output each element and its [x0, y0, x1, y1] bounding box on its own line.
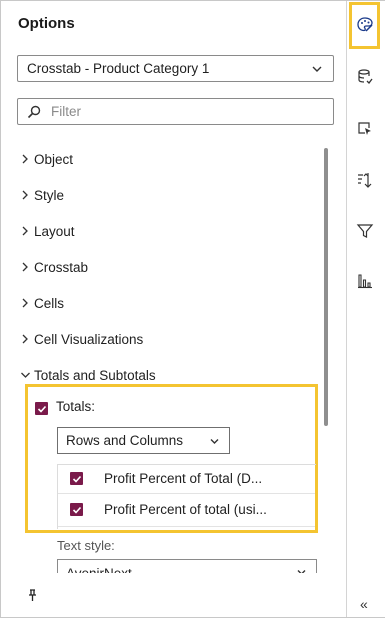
collapse-rail-button[interactable]: «	[360, 596, 368, 612]
section-label: Cell Visualizations	[34, 331, 144, 347]
chevron-right-icon	[22, 298, 28, 308]
total-item-checkbox[interactable]	[70, 472, 83, 485]
total-item-label: Profit Percent of total (usi...	[104, 502, 267, 517]
chevron-right-icon	[22, 262, 28, 272]
section-label: Crosstab	[34, 259, 89, 275]
total-item-label: Profit Percent of Total (D...	[104, 471, 263, 486]
totals-checkbox[interactable]	[35, 402, 48, 415]
palette-icon[interactable]	[356, 16, 374, 34]
section-label: Style	[34, 187, 65, 203]
panel-scrollbar[interactable]	[324, 148, 328, 426]
object-select-value: Crosstab - Product Category 1	[27, 61, 210, 76]
chevron-down-icon	[21, 372, 30, 378]
chevron-right-icon	[22, 334, 28, 344]
object-select[interactable]: Crosstab - Product Category 1	[17, 55, 334, 82]
side-rail	[346, 1, 385, 617]
section-style[interactable]: Style	[21, 186, 64, 204]
total-item-checkbox[interactable]	[70, 503, 83, 516]
section-label: Cells	[34, 295, 65, 311]
search-icon	[27, 105, 41, 118]
section-label: Totals and Subtotals	[34, 367, 156, 383]
section-label: Layout	[34, 223, 75, 239]
checkmark-icon	[72, 506, 81, 514]
list-divider	[58, 526, 315, 527]
chevron-right-icon	[22, 226, 28, 236]
checkmark-icon	[72, 475, 81, 483]
section-label: Object	[34, 151, 74, 167]
panel-title: Options	[18, 15, 75, 32]
selection-icon[interactable]	[356, 120, 374, 138]
chevron-right-icon	[22, 190, 28, 200]
data-source-icon[interactable]	[356, 68, 374, 86]
pin-icon[interactable]	[27, 589, 38, 602]
filter-icon[interactable]	[356, 222, 374, 240]
section-totals-and-subtotals[interactable]: Totals and Subtotals	[21, 366, 156, 384]
totals-placement-select[interactable]: Rows and Columns	[57, 427, 230, 454]
filter-input[interactable]: Filter	[17, 98, 334, 125]
chevron-down-icon	[210, 439, 219, 444]
sort-icon[interactable]	[356, 171, 374, 189]
section-cell-visualizations[interactable]: Cell Visualizations	[21, 330, 143, 348]
section-cells[interactable]: Cells	[21, 294, 64, 312]
filter-placeholder: Filter	[51, 104, 81, 119]
chevron-right-icon	[22, 154, 28, 164]
section-crosstab[interactable]: Crosstab	[21, 258, 88, 276]
chevron-down-icon	[312, 66, 322, 72]
totals-placement-value: Rows and Columns	[66, 433, 184, 448]
totals-label: Totals:	[56, 399, 96, 414]
bar-chart-icon[interactable]	[356, 272, 374, 290]
checkmark-icon	[37, 405, 46, 413]
section-object[interactable]: Object	[21, 150, 73, 168]
text-style-label: Text style:	[57, 538, 115, 553]
list-divider	[58, 493, 315, 494]
section-layout[interactable]: Layout	[21, 222, 75, 240]
scroll-clip	[50, 573, 325, 617]
